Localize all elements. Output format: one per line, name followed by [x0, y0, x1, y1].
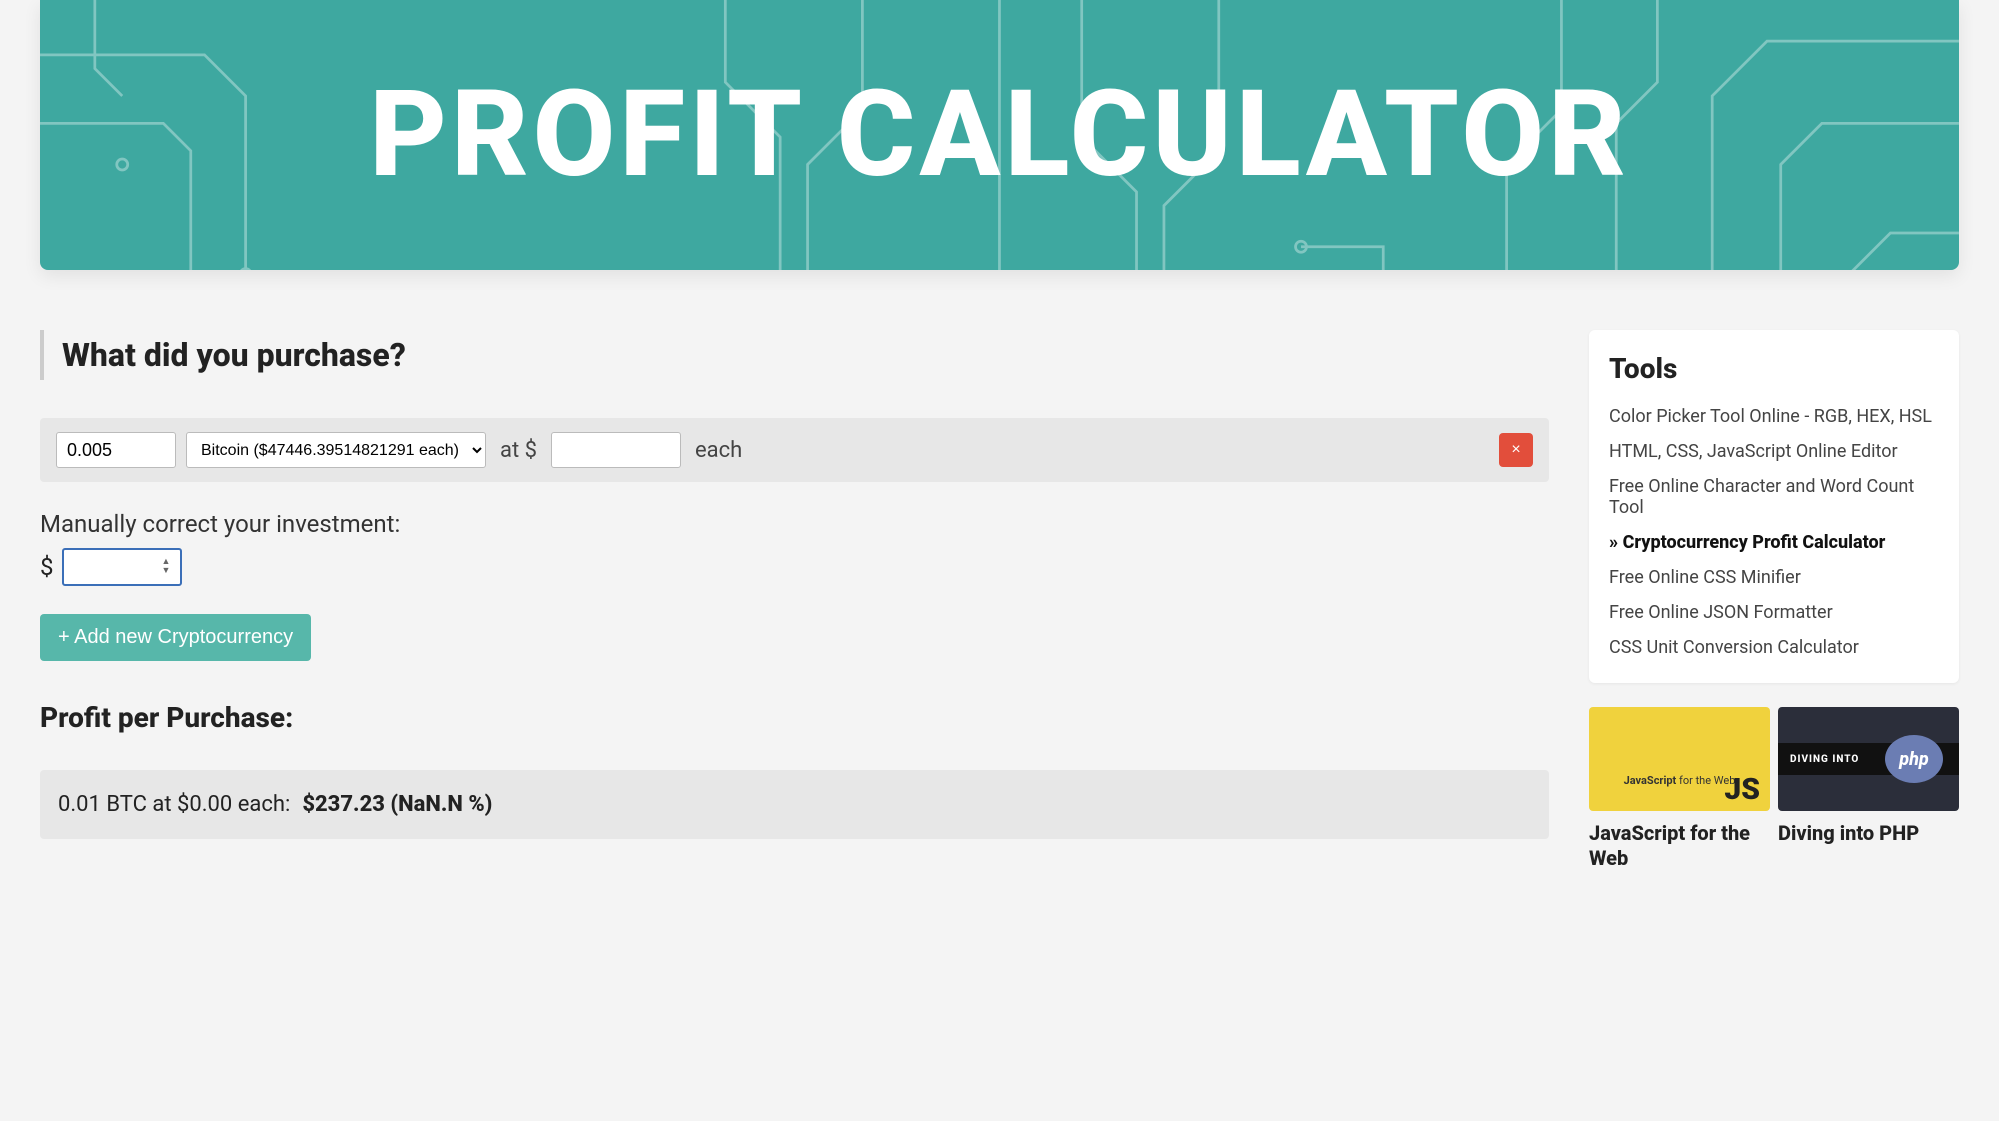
profit-result-summary: 0.01 BTC at $0.00 each:	[58, 792, 290, 817]
tool-link-css-minifier[interactable]: Free Online CSS Minifier	[1609, 560, 1939, 595]
cryptocurrency-select[interactable]: Bitcoin ($47446.39514821291 each)	[186, 432, 486, 468]
remove-row-button[interactable]: ×	[1499, 433, 1533, 467]
php-badge-icon: php	[1885, 735, 1943, 783]
add-cryptocurrency-button[interactable]: + Add new Cryptocurrency	[40, 614, 311, 661]
courses-row: JavaScript for the Web JS JavaScript for…	[1589, 707, 1959, 871]
sidebar: Tools Color Picker Tool Online - RGB, HE…	[1589, 330, 1959, 871]
tool-link-html-editor[interactable]: HTML, CSS, JavaScript Online Editor	[1609, 434, 1939, 469]
course-title-php: Diving into PHP	[1778, 821, 1959, 846]
tool-link-css-unit-conversion[interactable]: CSS Unit Conversion Calculator	[1609, 630, 1939, 665]
tool-link-json-formatter[interactable]: Free Online JSON Formatter	[1609, 595, 1939, 630]
course-card-php[interactable]: DIVING INTO php Diving into PHP	[1778, 707, 1959, 871]
hero-title: PROFIT CALCULATOR	[369, 75, 1629, 195]
dollar-sign: $	[40, 553, 54, 581]
tool-link-word-count[interactable]: Free Online Character and Word Count Too…	[1609, 469, 1939, 525]
manual-correction-label: Manually correct your investment:	[40, 510, 1549, 538]
profit-heading: Profit per Purchase:	[40, 701, 1549, 734]
hero-banner: PROFIT CALCULATOR	[40, 0, 1959, 270]
tools-heading: Tools	[1609, 352, 1939, 385]
tools-card: Tools Color Picker Tool Online - RGB, HE…	[1589, 330, 1959, 683]
tool-link-color-picker[interactable]: Color Picker Tool Online - RGB, HEX, HSL	[1609, 399, 1939, 434]
main-column: What did you purchase? Bitcoin ($47446.3…	[40, 330, 1549, 839]
tool-link-profit-calculator[interactable]: » Cryptocurrency Profit Calculator	[1609, 525, 1939, 560]
course-thumb-js: JavaScript for the Web JS	[1589, 707, 1770, 811]
price-input[interactable]	[551, 432, 681, 468]
close-icon: ×	[1511, 441, 1520, 459]
purchase-row: Bitcoin ($47446.39514821291 each) at $ e…	[40, 418, 1549, 482]
at-dollar-label: at $	[496, 438, 541, 463]
course-card-js[interactable]: JavaScript for the Web JS JavaScript for…	[1589, 707, 1770, 871]
course-thumb-php: DIVING INTO php	[1778, 707, 1959, 811]
manual-investment-input[interactable]	[62, 548, 182, 586]
profit-result-row: 0.01 BTC at $0.00 each: $237.23 (NaN.N %…	[40, 770, 1549, 839]
purchase-heading: What did you purchase?	[40, 330, 1549, 380]
js-badge-icon: JS	[1724, 772, 1760, 807]
quantity-input[interactable]	[56, 432, 176, 468]
each-label: each	[691, 438, 746, 463]
profit-result-value: $237.23 (NaN.N %)	[302, 792, 492, 817]
course-title-js: JavaScript for the Web	[1589, 821, 1770, 871]
